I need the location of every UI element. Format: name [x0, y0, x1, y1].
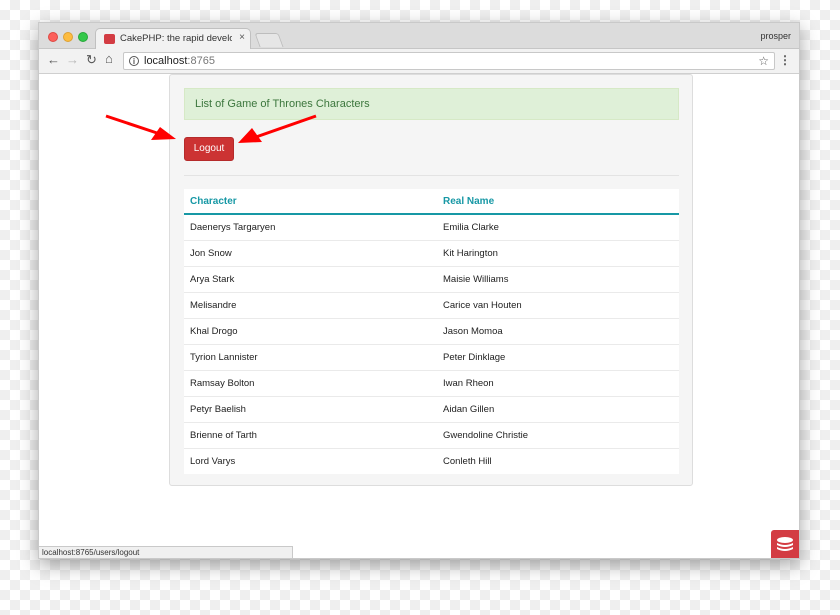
- character-cell: Melisandre: [184, 292, 437, 319]
- column-header-real-name[interactable]: Real Name: [437, 189, 679, 215]
- table-row: Arya Stark Maisie Williams: [184, 266, 679, 293]
- table-row: Petyr Baelish Aidan Gillen: [184, 396, 679, 423]
- kebab-menu-icon[interactable]: ⋮: [779, 53, 791, 67]
- table-row: Melisandre Carice van Houten: [184, 292, 679, 319]
- character-cell: Ramsay Bolton: [184, 370, 437, 397]
- real-name-cell: Emilia Clarke: [437, 214, 679, 241]
- real-name-cell: Peter Dinklage: [437, 344, 679, 371]
- content-panel: List of Game of Thrones Characters Logou…: [169, 74, 693, 486]
- real-name-cell: Conleth Hill: [443, 456, 492, 467]
- table-row: Khal Drogo Jason Momoa: [184, 318, 679, 345]
- address-port: :8765: [187, 55, 215, 67]
- address-host: localhost: [144, 55, 188, 67]
- reload-icon[interactable]: ↻: [86, 53, 97, 67]
- profile-name[interactable]: prosper: [760, 31, 791, 41]
- character-cell: Brienne of Tarth: [184, 422, 437, 449]
- table-row: Tyrion Lannister Peter Dinklage: [184, 344, 679, 371]
- table-row: Lord Varys Conleth Hill: [184, 449, 679, 475]
- close-window-button[interactable]: [48, 32, 58, 42]
- address-bar[interactable]: i localhost:8765 ☆: [123, 52, 775, 70]
- character-cell: Petyr Baelish: [184, 396, 437, 423]
- home-icon[interactable]: ⌂: [105, 52, 113, 66]
- tab-close-icon[interactable]: ×: [239, 32, 245, 43]
- real-name-cell: Carice van Houten: [437, 292, 679, 319]
- browser-toolbar: ← → ↻ ⌂ i localhost:8765 ☆ ⋮: [39, 49, 799, 74]
- cake-logo-glyph-icon: [777, 537, 793, 551]
- cakephp-favicon-icon: [104, 34, 115, 44]
- info-icon[interactable]: i: [129, 56, 139, 66]
- table-row: Brienne of Tarth Gwendoline Christie: [184, 422, 679, 449]
- title-bar: CakePHP: the rapid developme × prosper: [39, 23, 799, 50]
- address-url: localhost:8765: [144, 55, 215, 67]
- characters-table: Character Real Name Daenerys Targaryen Em…: [184, 189, 679, 474]
- maximize-window-button[interactable]: [78, 32, 88, 42]
- real-name-cell: Iwan Rheon: [437, 370, 679, 397]
- table-row: Jon Snow Kit Harington: [184, 240, 679, 267]
- cakephp-logo-icon[interactable]: [771, 530, 799, 558]
- table-row: Ramsay Bolton Iwan Rheon: [184, 370, 679, 397]
- real-name-cell: Aidan Gillen: [437, 396, 679, 423]
- character-cell: Tyrion Lannister: [184, 344, 437, 371]
- character-cell: Lord Varys: [190, 456, 236, 467]
- real-name-cell: Kit Harington: [437, 240, 679, 267]
- minimize-window-button[interactable]: [63, 32, 73, 42]
- character-cell: Daenerys Targaryen: [184, 214, 437, 241]
- page-content: List of Game of Thrones Characters Logou…: [39, 74, 799, 558]
- browser-tab[interactable]: CakePHP: the rapid developme ×: [95, 28, 251, 50]
- character-cell: Khal Drogo: [184, 318, 437, 345]
- table-row: Daenerys Targaryen Emilia Clarke: [184, 214, 679, 241]
- real-name-cell: Maisie Williams: [437, 266, 679, 293]
- real-name-cell: Jason Momoa: [437, 318, 679, 345]
- column-header-character[interactable]: Character: [184, 189, 437, 215]
- status-bar: localhost:8765/users/logout: [39, 546, 293, 558]
- character-cell: Jon Snow: [184, 240, 437, 267]
- character-cell: Arya Stark: [184, 266, 437, 293]
- logout-button[interactable]: Logout: [184, 137, 234, 161]
- browser-window: CakePHP: the rapid developme × prosper ←…: [38, 22, 800, 559]
- back-arrow-icon[interactable]: ←: [47, 53, 60, 67]
- real-name-cell: Gwendoline Christie: [437, 422, 679, 449]
- success-alert: List of Game of Thrones Characters: [184, 88, 679, 120]
- divider: [184, 175, 679, 176]
- forward-arrow-icon[interactable]: →: [66, 53, 79, 67]
- table-header-row: Character Real Name: [184, 189, 679, 215]
- tab-title: CakePHP: the rapid developme: [120, 33, 232, 44]
- new-tab-button[interactable]: [254, 33, 284, 47]
- bookmark-star-icon[interactable]: ☆: [758, 54, 769, 68]
